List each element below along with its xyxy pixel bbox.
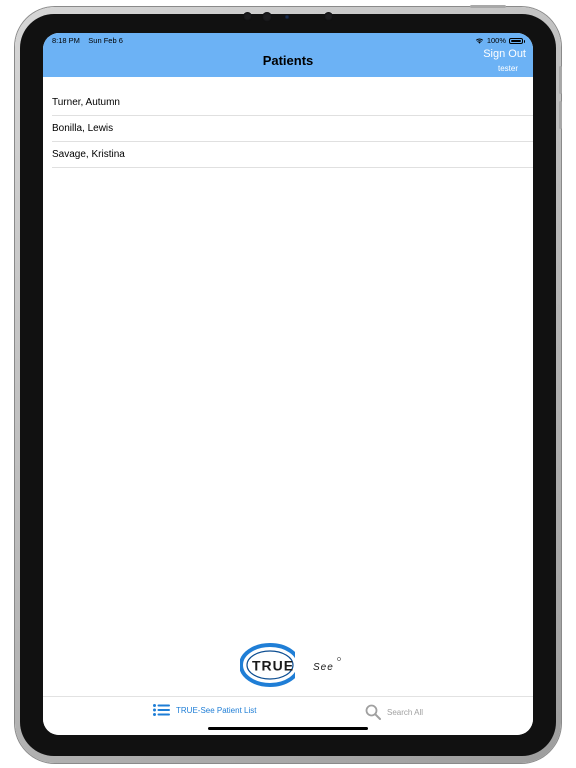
- light-sensor-icon: [285, 15, 289, 19]
- tab-search-all-label: Search All: [387, 707, 424, 717]
- tab-patient-list-label: TRUE-See Patient List: [176, 705, 257, 715]
- volume-down-button: [559, 101, 562, 129]
- page-title: Patients: [262, 53, 314, 68]
- app-screen: 8:18 PM Sun Feb 6 100% Patients Sign Out…: [43, 33, 533, 735]
- registered-mark-icon: [337, 657, 341, 661]
- patient-row[interactable]: Savage, Kristina: [52, 142, 533, 168]
- navigation-bar: 8:18 PM Sun Feb 6 100% Patients Sign Out…: [43, 33, 533, 77]
- tab-search-all[interactable]: Search All: [365, 704, 423, 720]
- power-button: [470, 5, 506, 8]
- status-bar-left: 8:18 PM Sun Feb 6: [52, 36, 123, 45]
- status-time: 8:18 PM: [52, 36, 80, 45]
- battery-icon: [509, 37, 525, 44]
- logo-sub-text: See: [313, 662, 334, 673]
- tab-patient-list[interactable]: TRUE-See Patient List: [153, 704, 256, 716]
- logo-main-text: TRUE: [252, 658, 294, 674]
- proximity-sensor-icon: [324, 12, 333, 21]
- status-bar-right: 100%: [475, 36, 525, 45]
- username-label: tester: [497, 64, 518, 73]
- search-icon: [365, 704, 381, 720]
- wifi-icon: [475, 38, 483, 44]
- patient-name: Turner, Autumn: [52, 97, 120, 108]
- battery-percent: 100%: [486, 36, 506, 45]
- sensor-icon: [262, 12, 272, 22]
- front-camera-icon: [243, 12, 252, 21]
- sign-out-button[interactable]: Sign Out: [483, 48, 526, 60]
- volume-up-button: [559, 66, 562, 94]
- list-icon: [153, 704, 170, 716]
- home-indicator[interactable]: [208, 727, 368, 730]
- patient-list: Turner, Autumn Bonilla, Lewis Savage, Kr…: [52, 90, 533, 168]
- status-date: Sun Feb 6: [88, 36, 123, 45]
- battery-level: [511, 39, 521, 42]
- true-see-logo: TRUE See: [240, 643, 341, 687]
- patient-row[interactable]: Turner, Autumn: [52, 90, 533, 116]
- patient-name: Savage, Kristina: [52, 149, 125, 160]
- patient-row[interactable]: Bonilla, Lewis: [52, 116, 533, 142]
- logo-gap: [295, 652, 303, 678]
- patient-name: Bonilla, Lewis: [52, 123, 114, 134]
